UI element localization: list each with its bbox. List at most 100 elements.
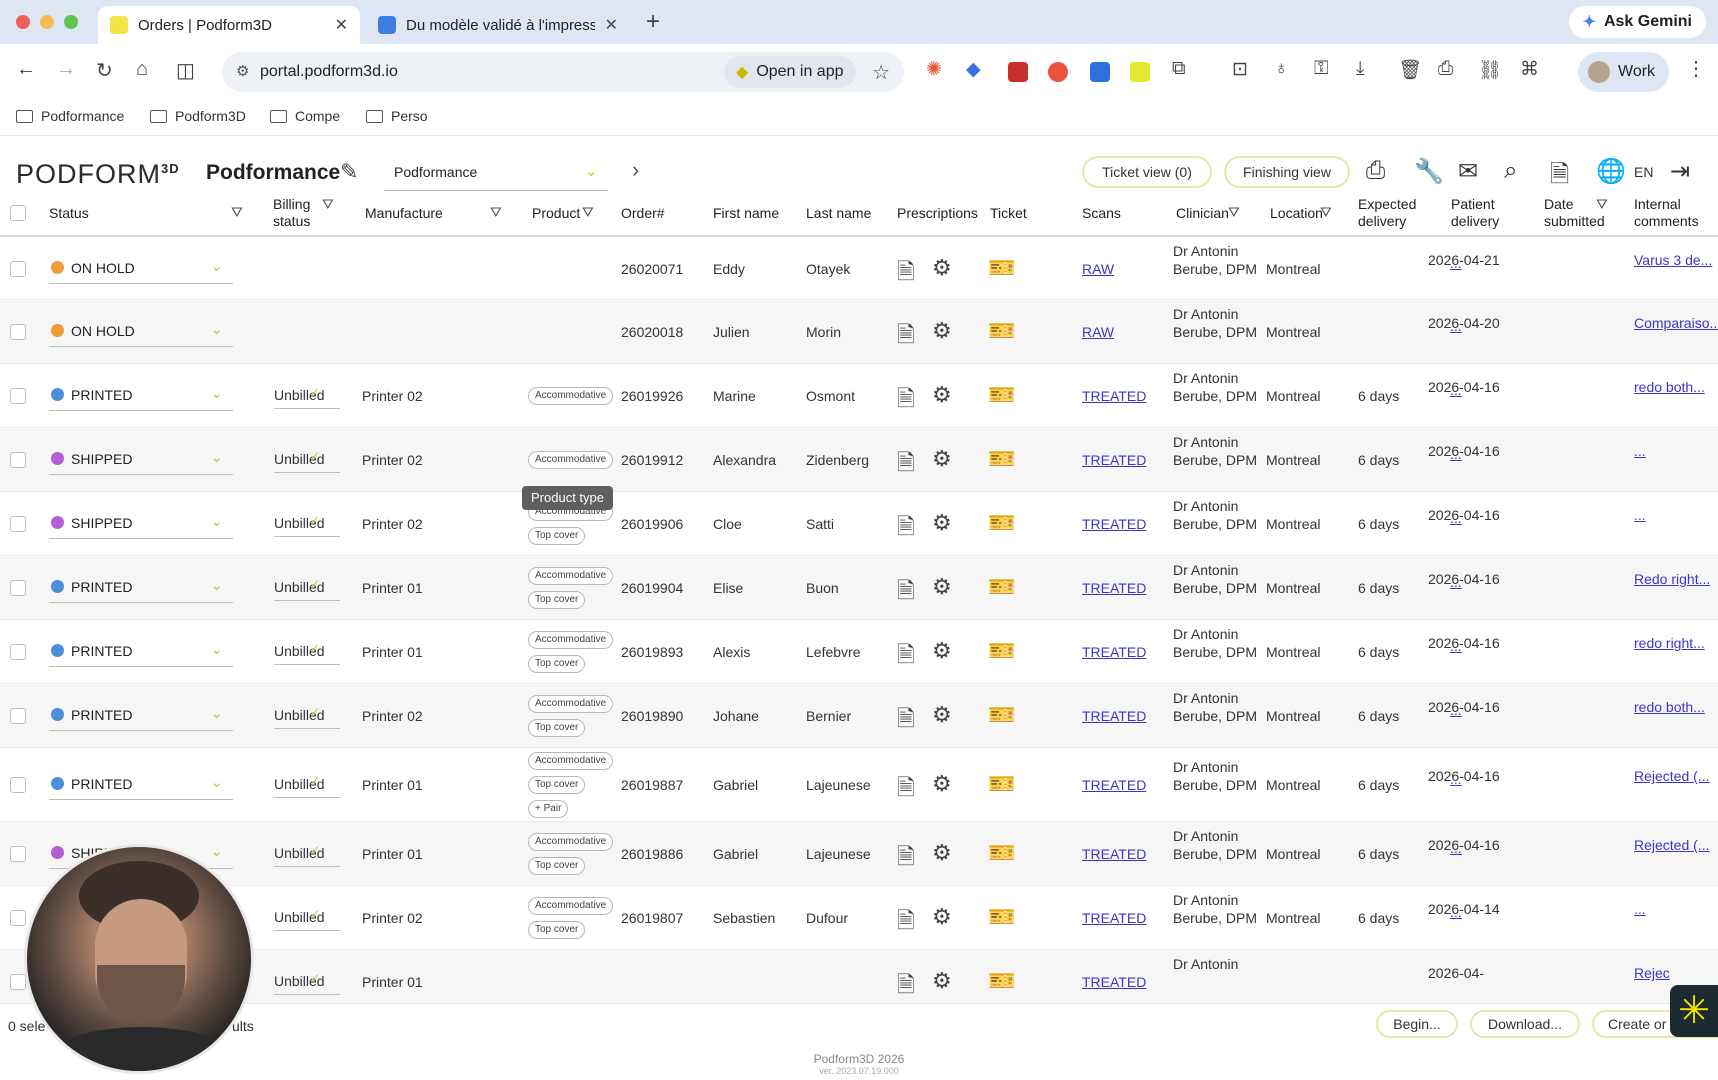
open-in-app-button[interactable]: ◆ Open in app — [724, 56, 856, 88]
ask-gemini-button[interactable]: ✦ Ask Gemini — [1568, 6, 1706, 38]
prescription-document-icon[interactable]: 🗎 — [897, 510, 915, 548]
ticket-icon[interactable]: 🎫 — [988, 255, 1015, 281]
internal-comment-link[interactable]: ... — [1634, 900, 1714, 918]
scan-link[interactable]: TREATED — [1082, 846, 1146, 862]
settings-gear-icon[interactable]: ⚙ — [932, 840, 952, 866]
download-icon[interactable]: ⤓ — [1356, 58, 1364, 80]
minimize-window-button[interactable] — [40, 15, 54, 29]
trash-icon[interactable]: 🗑 — [1398, 58, 1422, 82]
ticket-view-button[interactable]: Ticket view (0) — [1082, 156, 1212, 188]
row-checkbox[interactable] — [10, 910, 26, 926]
billing-status-select[interactable]: Unbilled ✓ — [274, 969, 340, 995]
settings-gear-icon[interactable]: ⚙ — [932, 904, 952, 930]
table-row[interactable]: ON HOLD ⌄ 26020071 Eddy Otayek 🗎 ⚙ 🎫 RAW Dr Anto… — [0, 237, 1718, 300]
key-icon[interactable]: ⚿ — [1314, 58, 1328, 80]
col-location[interactable]: Location — [1270, 205, 1323, 222]
internal-comment-link[interactable]: ... — [1634, 506, 1714, 524]
col-patient-delivery[interactable]: Patient delivery — [1451, 196, 1521, 230]
ticket-icon[interactable]: 🎫 — [988, 446, 1015, 472]
ticket-icon[interactable]: 🎫 — [988, 840, 1015, 866]
finishing-view-button[interactable]: Finishing view — [1224, 156, 1350, 188]
prescription-document-icon[interactable]: 🗎 — [897, 318, 915, 356]
translate-icon[interactable]: ⌘ — [1520, 58, 1539, 81]
status-select[interactable]: SHIPPED ⌄ — [49, 509, 233, 539]
prescription-document-icon[interactable]: 🗎 — [897, 771, 915, 809]
internal-comment-link[interactable]: Varus 3 de... — [1634, 251, 1714, 269]
maximize-window-button[interactable] — [64, 15, 78, 29]
table-row[interactable]: PRINTED ⌄Unbilled✓Printer 02Accommodativ… — [0, 886, 1718, 950]
printer-icon[interactable]: ⎙ — [1366, 157, 1385, 185]
filter-icon[interactable]: ⛛ — [231, 204, 243, 221]
table-row[interactable]: ON HOLD ⌄ 26020018 Julien Morin 🗎 ⚙ 🎫 RAW Dr Ant… — [0, 300, 1718, 364]
screen-search-icon[interactable]: ⊡ — [1232, 58, 1248, 81]
billing-status-select[interactable]: Unbilled ✓ — [274, 905, 340, 931]
col-status[interactable]: Status — [49, 205, 89, 222]
mail-icon[interactable]: ✉ — [1458, 157, 1478, 186]
billing-status-select[interactable]: Unbilled ✓ — [274, 772, 340, 798]
row-checkbox[interactable] — [10, 452, 26, 468]
close-tab-icon[interactable]: ✕ — [335, 15, 348, 35]
settings-gear-icon[interactable]: ⚙ — [932, 255, 952, 281]
row-checkbox[interactable] — [10, 708, 26, 724]
filter-icon[interactable]: ⛛ — [322, 196, 334, 213]
settings-gear-icon[interactable]: ⚙ — [932, 638, 952, 664]
settings-gear-icon[interactable]: ⚙ — [932, 574, 952, 600]
order-number[interactable]: 26019926 — [621, 388, 683, 404]
status-select[interactable]: PRINTED ⌄ — [49, 637, 233, 667]
prescription-document-icon[interactable]: 🗎 — [897, 638, 915, 676]
globe-icon[interactable]: 🌐 — [1596, 157, 1626, 186]
col-order[interactable]: Order# — [621, 205, 665, 222]
prescription-document-icon[interactable]: 🗎 — [897, 382, 915, 420]
ticket-icon[interactable]: 🎫 — [988, 510, 1015, 536]
prescription-document-icon[interactable]: 🗎 — [897, 702, 915, 740]
close-tab-icon[interactable]: ✕ — [605, 15, 618, 35]
scan-link[interactable]: TREATED — [1082, 516, 1146, 532]
select-all-checkbox[interactable] — [10, 205, 26, 221]
bookmark-star-icon[interactable]: ☆ — [872, 60, 890, 85]
browser-tab-orders[interactable]: Orders | Podform3D ✕ — [98, 6, 360, 44]
ticket-icon[interactable]: 🎫 — [988, 574, 1015, 600]
settings-gear-icon[interactable]: ⚙ — [932, 771, 952, 797]
begin-button[interactable]: Begin... — [1376, 1010, 1458, 1038]
col-clinician[interactable]: Clinician — [1176, 205, 1229, 222]
reload-icon[interactable]: ↻ — [96, 58, 113, 83]
order-number[interactable]: 26019893 — [621, 644, 683, 660]
new-tab-icon[interactable]: + — [646, 8, 660, 36]
scan-link[interactable]: TREATED — [1082, 388, 1146, 404]
billing-status-select[interactable]: Unbilled ✓ — [274, 703, 340, 729]
language-label[interactable]: EN — [1634, 164, 1653, 180]
scan-link[interactable]: TREATED — [1082, 910, 1146, 926]
table-row[interactable]: PRINTED ⌄ Unbilled ✓ Printer 01 Accommodativ… — [0, 556, 1718, 620]
internal-comment-link[interactable]: redo both... — [1634, 698, 1714, 716]
order-number[interactable]: 26019904 — [621, 580, 683, 596]
home-icon[interactable]: ⌂ — [136, 58, 148, 81]
row-checkbox[interactable] — [10, 974, 26, 990]
internal-comment-link[interactable]: Rejected (... — [1634, 836, 1714, 854]
billing-status-select[interactable]: Unbilled ✓ — [274, 639, 340, 665]
settings-gear-icon[interactable]: ⚙ — [932, 510, 952, 536]
bookmark-folder-podformance[interactable]: Podformance — [16, 108, 124, 124]
browser-tab-modele[interactable]: Du modèle validé à l'impressi ✕ — [366, 6, 630, 44]
billing-status-select[interactable]: Unbilled ✓ — [274, 383, 340, 409]
billing-status-select[interactable]: Unbilled ✓ — [274, 447, 340, 473]
reading-mode-icon[interactable]: ◫ — [176, 58, 195, 83]
extension-diamond-icon[interactable]: ◆ — [966, 58, 981, 81]
filter-icon[interactable]: ⛛ — [1228, 204, 1240, 221]
status-select[interactable]: SHIPPED ⌄ — [49, 445, 233, 475]
order-number[interactable]: 26020071 — [621, 261, 683, 277]
prescription-document-icon[interactable]: 🗎 — [897, 446, 915, 484]
extension-gear-icon[interactable] — [1090, 62, 1110, 82]
ticket-icon[interactable]: 🎫 — [988, 904, 1015, 930]
address-bar[interactable]: ⚙ portal.podform3d.io ◆ Open in app ☆ — [222, 52, 904, 92]
internal-comment-link[interactable]: ... — [1634, 442, 1714, 460]
filter-icon[interactable]: ⛛ — [1320, 204, 1332, 221]
order-number[interactable]: 26019886 — [621, 846, 683, 862]
col-product[interactable]: Product — [532, 205, 580, 222]
internal-comment-link[interactable]: Rejected (... — [1634, 767, 1714, 785]
prescription-document-icon[interactable]: 🗎 — [897, 574, 915, 612]
clinic-select[interactable]: Podformance ⌄ — [384, 155, 608, 191]
billing-status-select[interactable]: Unbilled ✓ — [274, 841, 340, 867]
profile-button[interactable]: Work — [1578, 52, 1670, 92]
scan-link[interactable]: RAW — [1082, 261, 1114, 277]
status-select[interactable]: ON HOLD ⌄ — [49, 254, 233, 284]
